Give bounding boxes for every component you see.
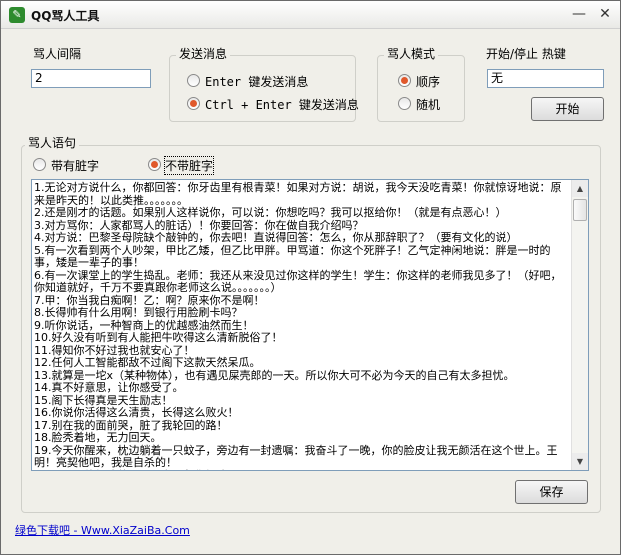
window-title: QQ骂人工具 <box>31 9 100 23</box>
phrase-line: 2.还是刚才的话题。如果别人这样说你，可以说：你想吃吗？我可以抠给你！（就是有点… <box>34 206 507 219</box>
app-window: ✎ QQ骂人工具 — ✕ 骂人间隔 2 发送消息 Enter 键发送消息 Ctr… <box>0 0 621 555</box>
phrases-label: 骂人语句 <box>25 134 80 151</box>
with-profanity-radio[interactable] <box>33 158 46 171</box>
enter-send-label[interactable]: Enter 键发送消息 <box>205 73 308 90</box>
ctrl-enter-send-radio[interactable] <box>187 97 200 110</box>
app-icon: ✎ <box>9 7 25 23</box>
phrase-line: 1.无论对方说什么，你都回答：你牙齿里有根青菜！如果对方说：胡说，我今天没吃青菜… <box>34 181 562 207</box>
phrase-line: 16.你说你活得这么清贵，长得这么败火！ <box>34 406 239 419</box>
sequential-label[interactable]: 顺序 <box>416 73 440 90</box>
random-label[interactable]: 随机 <box>416 96 440 113</box>
mode-label: 骂人模式 <box>384 45 439 62</box>
interval-label: 骂人间隔 <box>33 47 82 61</box>
interval-input[interactable]: 2 <box>31 69 151 88</box>
phrases-list: 1.无论对方说什么，你都回答：你牙齿里有根青菜！如果对方说：胡说，我今天没吃青菜… <box>34 181 570 470</box>
phrase-line: 5.有一次看到两个人吵架，甲比乙矮，但乙比甲胖。甲骂道：你这个死胖子！乙气定神闲… <box>34 243 551 269</box>
title-bar[interactable]: ✎ QQ骂人工具 — ✕ <box>1 1 620 29</box>
phrases-textarea[interactable]: 1.无论对方说什么，你都回答：你牙齿里有根青菜！如果对方说：胡说，我今天没吃青菜… <box>31 179 589 471</box>
random-radio[interactable] <box>398 97 411 110</box>
phrase-line: 10.好久没有听到有人能把牛吹得这么清新脱俗了！ <box>34 331 283 344</box>
close-button[interactable]: ✕ <box>595 5 615 23</box>
hotkey-label: 开始/停止 热键 <box>486 47 566 61</box>
phrase-line: 14.真不好意思，让你感受了。 <box>34 381 184 394</box>
scroll-up-icon[interactable]: ▲ <box>572 180 588 197</box>
phrase-line: 12.任何人工智能都敌不过阁下这款天然呆瓜。 <box>34 356 261 369</box>
enter-send-radio[interactable] <box>187 74 200 87</box>
start-button[interactable]: 开始 <box>531 97 604 121</box>
with-profanity-label[interactable]: 带有脏字 <box>51 157 99 174</box>
phrase-line: 4.对方说：巴黎圣母院缺个敲钟的，你去吧！直说得回答：怎么，你从那辞职了？（要有… <box>34 231 518 244</box>
send-message-label: 发送消息 <box>176 45 231 62</box>
save-button[interactable]: 保存 <box>515 480 588 504</box>
phrase-line: 18.脸秃着地，无力回天。 <box>34 431 162 444</box>
phrase-line: 20.孔子不能解决的问题，老子帮你解决！ <box>34 469 570 470</box>
without-profanity-label[interactable]: 不带脏字 <box>163 156 215 175</box>
ctrl-enter-send-label[interactable]: Ctrl + Enter 键发送消息 <box>205 96 359 113</box>
phrase-line: 19.今天你醒来，枕边躺着一只蚊子，旁边有一封遗嘱：我奋斗了一晚，你的脸皮让我无… <box>34 443 558 469</box>
phrase-line: 8.长得帅有什么用啊！到银行用脸刷卡吗？ <box>34 306 243 319</box>
phrases-scrollbar[interactable]: ▲ ▼ <box>571 180 588 470</box>
phrase-line: 6.有一次课堂上的学生捣乱。老师：我还从来没见过你这样的学生！学生：你这样的老师… <box>34 268 562 294</box>
minimize-button[interactable]: — <box>569 5 589 23</box>
hotkey-input[interactable]: 无 <box>487 69 604 88</box>
without-profanity-radio[interactable] <box>148 158 161 171</box>
sequential-radio[interactable] <box>398 74 411 87</box>
scroll-down-icon[interactable]: ▼ <box>572 453 588 470</box>
scroll-thumb[interactable] <box>573 199 587 221</box>
footer-link[interactable]: 绿色下载吧 - Www.XiaZaiBa.Com <box>15 522 190 538</box>
